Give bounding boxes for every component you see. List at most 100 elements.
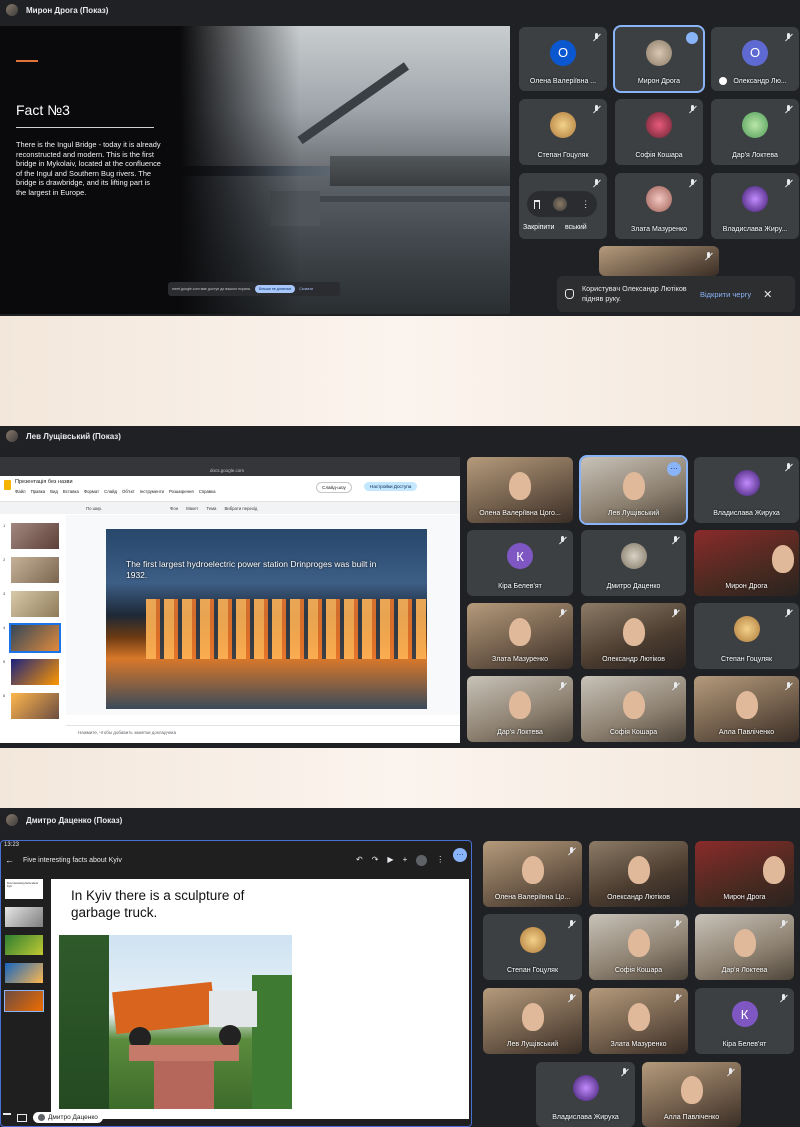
participant-tile[interactable]: Алла Павліченко bbox=[642, 1062, 741, 1127]
mic-off-icon bbox=[704, 252, 713, 261]
zoom-select[interactable]: По шир. bbox=[86, 506, 102, 511]
current-slide[interactable]: The first largest hydroelectric power st… bbox=[106, 529, 427, 709]
open-queue-button[interactable]: Відкрити чергу bbox=[700, 290, 751, 299]
participant-tile[interactable]: К Кіра Белев'ят bbox=[467, 530, 573, 596]
pin-icon[interactable] bbox=[3, 1113, 11, 1122]
participant-tile[interactable]: Дмитро Даценко bbox=[581, 530, 686, 596]
play-icon[interactable]: ▶ bbox=[387, 855, 393, 866]
participant-tile[interactable]: Олександр Лютіков bbox=[589, 841, 688, 907]
slide-thumbnail[interactable] bbox=[11, 693, 59, 719]
participant-tile[interactable]: Лев Лущівський bbox=[483, 988, 582, 1054]
menu-item[interactable]: Слайд bbox=[104, 489, 117, 494]
share-button[interactable]: Настройки Доступа bbox=[364, 482, 418, 491]
avatar bbox=[742, 112, 768, 139]
participant-tile[interactable]: Мирон Дрога bbox=[694, 530, 799, 596]
participant-tile[interactable]: Владислава Жируха bbox=[536, 1062, 635, 1127]
mic-off-icon bbox=[784, 682, 793, 691]
participant-tile[interactable]: Дар'я Локтева bbox=[467, 676, 573, 742]
more-options-icon[interactable]: ⋮ bbox=[581, 199, 590, 209]
mic-off-icon bbox=[592, 105, 601, 114]
participant-tile[interactable]: Владислава Жируха bbox=[694, 457, 799, 523]
close-icon[interactable]: ✕ bbox=[763, 288, 772, 301]
slide-thumbnail[interactable]: Five interesting facts about Kyiv bbox=[5, 879, 43, 899]
participant-name: Владислава Жируха bbox=[552, 1114, 619, 1121]
slide-thumbnail[interactable] bbox=[5, 935, 43, 955]
slide-thumbnail[interactable] bbox=[11, 591, 59, 617]
slide-filmstrip: Five interesting facts about Kyiv bbox=[4, 879, 44, 1109]
transition-button[interactable]: Вибрати перехід bbox=[224, 506, 257, 511]
menu-item[interactable]: Об'єкт bbox=[122, 489, 135, 494]
participant-tile[interactable]: Софія Кошара bbox=[615, 99, 703, 165]
participant-name: Мирон Дрога bbox=[637, 78, 681, 85]
participant-tile[interactable]: Дар'я Локтева bbox=[695, 914, 794, 980]
participant-tile[interactable]: Олена Валеріївна Цого... bbox=[467, 457, 573, 523]
browser-tab-strip bbox=[0, 457, 460, 467]
participant-tile[interactable]: О Олександр Лю... bbox=[711, 27, 799, 91]
participant-tile[interactable]: Злата Мазуренко bbox=[589, 988, 688, 1054]
menu-item[interactable]: Формат bbox=[84, 489, 99, 494]
undo-icon[interactable]: ↶ bbox=[356, 855, 363, 866]
slide-thumbnail[interactable] bbox=[5, 907, 43, 927]
hide-share-bar-link[interactable]: Сховати bbox=[299, 287, 313, 291]
more-options-icon[interactable]: ⋮ bbox=[436, 855, 444, 866]
menu-item[interactable]: Розширення bbox=[169, 489, 194, 494]
slide-thumbnail-selected[interactable] bbox=[9, 623, 61, 653]
menu-item[interactable]: Файл bbox=[15, 489, 26, 494]
participant-tile[interactable]: Степан Гоцуляк bbox=[483, 914, 582, 980]
document-title[interactable]: Презентація без назви bbox=[15, 479, 73, 485]
participant-tile[interactable] bbox=[599, 246, 719, 276]
toast-text: Користувач Олександр Лютіков підняв руку… bbox=[582, 284, 687, 303]
slide-thumbnail[interactable] bbox=[11, 523, 59, 549]
redo-icon[interactable]: ↷ bbox=[372, 855, 379, 866]
participant-tile[interactable]: Софія Кошара bbox=[581, 676, 686, 742]
participant-tile[interactable]: О Олена Валеріївна ... bbox=[519, 27, 607, 91]
back-arrow-icon[interactable]: ← bbox=[5, 855, 14, 865]
slideshow-button[interactable]: Слайд-шоу bbox=[316, 482, 352, 493]
participant-tile[interactable]: Дар'я Локтева bbox=[711, 99, 799, 165]
menu-item[interactable]: Правка bbox=[31, 489, 46, 494]
participant-tile[interactable]: Софія Кошара bbox=[589, 914, 688, 980]
layout-button[interactable]: Макет bbox=[186, 506, 198, 511]
more-options-icon[interactable]: … bbox=[667, 462, 681, 476]
slide-photo-city bbox=[330, 156, 510, 186]
participant-tile[interactable]: Владислава Жиру... bbox=[711, 173, 799, 239]
current-slide[interactable]: In Kyiv there is a sculpture of garbage … bbox=[51, 879, 469, 1119]
participant-tile-speaking[interactable]: Мирон Дрога bbox=[613, 25, 705, 93]
menu-item[interactable]: Інструменти bbox=[140, 489, 164, 494]
slide-thumbnail[interactable] bbox=[11, 659, 59, 685]
avatar bbox=[38, 1114, 45, 1121]
menu-item[interactable]: Справка bbox=[199, 489, 216, 494]
participant-tile[interactable]: Олександр Лютіков bbox=[581, 603, 686, 669]
speaker-notes[interactable]: Нажмите, чтобы добавить заметки докладчи… bbox=[66, 725, 460, 743]
mic-off-icon bbox=[688, 105, 697, 114]
background-button[interactable]: Фон bbox=[170, 506, 178, 511]
slide-thumbnail-selected[interactable] bbox=[4, 990, 44, 1012]
participant-tile[interactable]: Олена Валеріївна Цо... bbox=[483, 841, 582, 907]
menu-item[interactable]: Вид bbox=[50, 489, 58, 494]
present-icon[interactable] bbox=[17, 1113, 27, 1122]
participant-tile[interactable]: Степан Гоцуляк bbox=[694, 603, 799, 669]
participant-tile[interactable]: Злата Мазуренко bbox=[615, 173, 703, 239]
participant-tile[interactable]: К Кіра Белев'ят bbox=[695, 988, 794, 1054]
participant-tile[interactable]: Злата Мазуренко bbox=[467, 603, 573, 669]
stop-sharing-button[interactable]: Більше не ділитися bbox=[254, 285, 296, 293]
url-text[interactable]: docs.google.com bbox=[210, 468, 244, 473]
pin-icon[interactable] bbox=[533, 199, 540, 209]
participant-tile[interactable]: Мирон Дрога bbox=[695, 841, 794, 907]
meet-panel-3: Дмитро Даценко (Показ) 13:23 ← Five inte… bbox=[0, 808, 800, 1127]
participant-tile-speaking[interactable]: … Лев Лущівський bbox=[579, 455, 688, 525]
more-options-icon[interactable]: … bbox=[453, 848, 467, 862]
avatar bbox=[553, 197, 568, 211]
theme-button[interactable]: Тема bbox=[206, 506, 216, 511]
menu-item[interactable]: Вставка bbox=[63, 489, 79, 494]
slide-thumbnail[interactable] bbox=[5, 963, 43, 983]
avatar-letter: К bbox=[507, 543, 533, 570]
participant-name: Олена Валеріївна Цо... bbox=[494, 894, 571, 901]
participant-name: Мирон Дрога bbox=[723, 894, 766, 901]
add-icon[interactable]: + bbox=[403, 855, 408, 866]
participant-tile-hover[interactable]: ⋮ Закріпити вський bbox=[519, 173, 607, 239]
participant-tile[interactable]: Степан Гоцуляк bbox=[519, 99, 607, 165]
slide-thumbnail[interactable] bbox=[11, 557, 59, 583]
participant-tile[interactable]: Алла Павліченко bbox=[694, 676, 799, 742]
account-icon[interactable] bbox=[416, 855, 428, 866]
